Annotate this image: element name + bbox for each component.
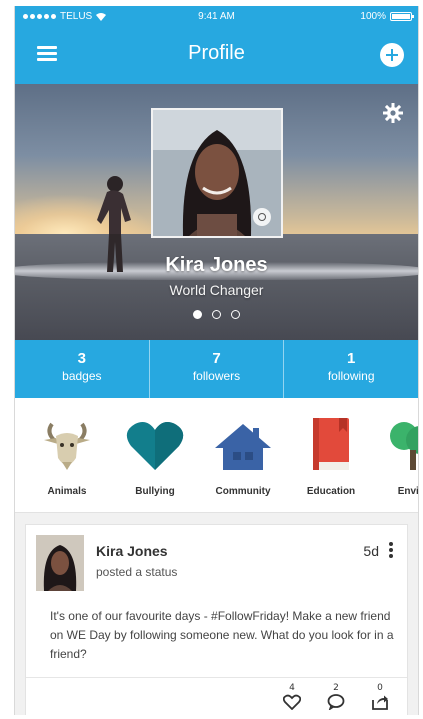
category-bullying[interactable]: Bullying — [113, 416, 197, 497]
post-body: It's one of our favourite days - #Follow… — [50, 609, 394, 661]
stats-bar: 3 badges 7 followers 1 following — [15, 340, 418, 398]
heart-outline-icon — [282, 694, 302, 711]
category-label: Education — [306, 486, 356, 497]
pager-dot[interactable] — [231, 310, 240, 319]
category-label: Community — [215, 486, 271, 497]
plus-circle-icon[interactable] — [380, 43, 404, 67]
stat-label: badges — [62, 369, 102, 383]
book-icon — [313, 418, 349, 470]
stat-label: following — [327, 369, 375, 383]
comment-count: 2 — [333, 683, 339, 693]
camera-icon[interactable] — [253, 208, 271, 226]
phone-screen: TELUS 9:41 AM 100% Profile Kira Jones Wo… — [14, 6, 419, 715]
goat-icon — [44, 422, 90, 470]
status-bar: TELUS 9:41 AM 100% — [15, 6, 418, 28]
stat-following[interactable]: 1 following — [284, 340, 418, 398]
comment-icon — [327, 694, 345, 711]
stat-value: 1 — [347, 350, 356, 367]
share-count: 0 — [377, 683, 383, 693]
post-time: 5d — [363, 543, 379, 559]
profile-pager — [15, 310, 418, 319]
profile-subtitle: World Changer — [169, 282, 264, 298]
category-strip[interactable]: Animals Bullying Community Education Env — [15, 398, 418, 513]
post-author[interactable]: Kira Jones — [96, 543, 168, 559]
post-action-text: posted a status — [96, 565, 178, 579]
status-time: 9:41 AM — [198, 11, 235, 22]
avatar[interactable] — [36, 535, 84, 591]
heart-icon — [126, 422, 184, 470]
like-button[interactable]: 4 — [281, 683, 303, 714]
like-count: 4 — [289, 683, 295, 693]
pager-dot[interactable] — [193, 310, 202, 319]
more-options-icon[interactable] — [389, 542, 393, 558]
house-icon — [215, 424, 271, 470]
battery-fill — [392, 14, 410, 19]
post-actions: 4 2 0 — [281, 683, 391, 714]
gear-icon[interactable] — [382, 102, 404, 124]
stat-label: followers — [192, 369, 241, 383]
divider — [26, 677, 407, 678]
status-post-card[interactable]: Kira Jones posted a status 5d It's one o… — [25, 524, 408, 715]
pager-dot[interactable] — [212, 310, 221, 319]
page-title: Profile — [188, 42, 245, 64]
stat-value: 7 — [212, 350, 221, 367]
category-environment[interactable]: Envira — [371, 416, 418, 497]
category-education[interactable]: Education — [289, 416, 373, 497]
category-label: Animals — [47, 486, 87, 497]
category-community[interactable]: Community — [201, 416, 285, 497]
battery-icon — [390, 12, 414, 21]
stat-followers[interactable]: 7 followers — [150, 340, 285, 398]
comment-button[interactable]: 2 — [325, 683, 347, 714]
stat-value: 3 — [77, 350, 86, 367]
category-label: Envira — [397, 486, 418, 497]
stat-badges[interactable]: 3 badges — [15, 340, 150, 398]
category-animals[interactable]: Animals — [25, 416, 109, 497]
category-label: Bullying — [135, 486, 175, 497]
avatar-portrait — [36, 535, 84, 591]
share-button[interactable]: 0 — [369, 683, 391, 714]
battery-info: 100% — [360, 11, 414, 22]
share-icon — [372, 695, 388, 710]
nav-bar: Profile — [15, 28, 418, 84]
tree-icon — [390, 422, 418, 470]
profile-hero: Kira Jones World Changer — [15, 84, 418, 340]
battery-percent: 100% — [360, 11, 386, 22]
profile-photo[interactable] — [151, 108, 283, 238]
profile-name: Kira Jones — [165, 254, 268, 276]
